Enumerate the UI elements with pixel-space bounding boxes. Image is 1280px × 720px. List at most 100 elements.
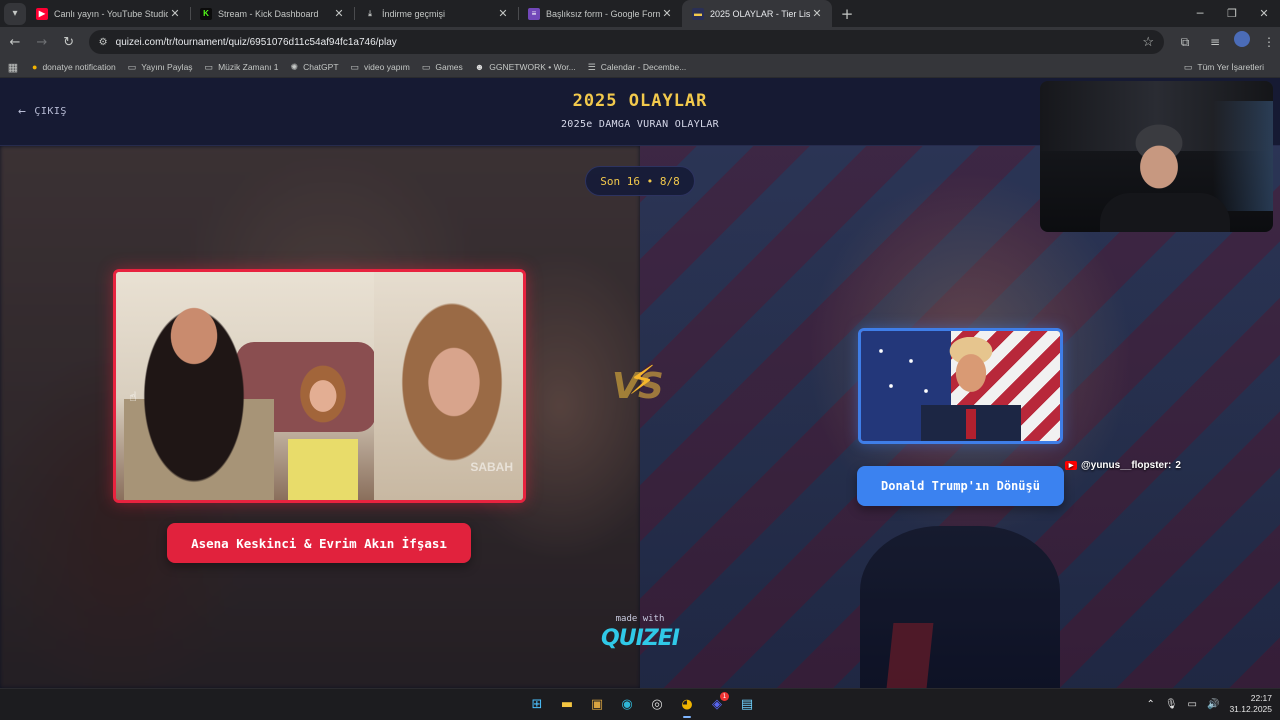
media-controls-icon[interactable]: ≡ [1204, 31, 1226, 53]
tab-google-forms[interactable]: ≡ Başlıksız form - Google Formlar ✕ [518, 0, 682, 27]
close-icon[interactable]: ✕ [496, 7, 510, 20]
network-icon[interactable]: ▭ [1188, 699, 1197, 710]
folder-icon: ▭ [421, 61, 431, 72]
windows-start-icon[interactable]: ⊞ [525, 692, 549, 716]
bookmark-donatye[interactable]: ● donatye notification [26, 62, 122, 72]
bookmark-folder-games[interactable]: ▭ Games [416, 62, 469, 73]
tab-title: İndirme geçmişi [382, 8, 446, 19]
close-icon[interactable]: ✕ [660, 7, 674, 20]
chevron-up-icon[interactable]: ⌃ [1146, 699, 1154, 710]
folder-icon: ▭ [204, 61, 214, 72]
folder-icon: ▭ [1183, 61, 1193, 72]
clock-time: 22:17 [1250, 693, 1272, 703]
forward-icon[interactable]: → [30, 30, 54, 54]
chat-username: @yunus__flopster: [1081, 459, 1172, 471]
reload-icon[interactable]: ↻ [57, 30, 81, 54]
bookmark-label: video yapım [364, 62, 410, 72]
url-text: quizei.com/tr/tournament/quiz/6951076d11… [115, 36, 397, 48]
left-option-image: SABAH [116, 272, 523, 500]
bookmark-label: GGNETWORK • Wor... [489, 62, 576, 72]
chatgpt-icon: ✺ [290, 61, 299, 72]
bookmark-chatgpt[interactable]: ✺ ChatGPT [285, 62, 345, 73]
lightning-icon: ⚡ [628, 358, 657, 404]
new-tab-button[interactable]: + [836, 3, 858, 25]
media-player-icon[interactable]: ▣ [585, 692, 609, 716]
photo-girl [288, 364, 358, 500]
photo-woman [124, 276, 274, 500]
youtube-studio-icon: ▶ [36, 7, 48, 20]
close-icon[interactable]: ✕ [168, 7, 182, 20]
maximize-icon[interactable]: ❐ [1216, 7, 1248, 20]
window-controls: ─ ❐ ✕ [1184, 7, 1280, 20]
address-bar[interactable]: ⚙ quizei.com/tr/tournament/quiz/6951076d… [88, 30, 1164, 54]
apps-grid-icon[interactable]: ▦ [0, 61, 26, 74]
discord-icon[interactable]: ◈ 1 [705, 692, 729, 716]
right-option-card[interactable] [858, 328, 1063, 444]
file-explorer-icon[interactable]: ▬ [555, 692, 579, 716]
minimize-icon[interactable]: ─ [1184, 7, 1216, 20]
tab-title: 2025 OLAYLAR - Tier List, Kör S [710, 8, 810, 19]
right-option-image [861, 331, 1060, 441]
bookmark-ggnetwork[interactable]: ☻ GGNETWORK • Wor... [469, 62, 582, 72]
google-forms-icon: ≡ [528, 7, 540, 20]
tab-quizei-active[interactable]: ▬ 2025 OLAYLAR - Tier List, Kör S ✕ [682, 0, 832, 27]
bookmark-calendar[interactable]: ☰ Calendar - Decembe... [582, 62, 693, 73]
close-icon[interactable]: ✕ [810, 7, 824, 20]
left-option-card[interactable]: SABAH [113, 269, 526, 503]
webcam-person-body [1100, 193, 1230, 232]
bookmark-folder-muzik[interactable]: ▭ Müzik Zamanı 1 [199, 62, 285, 73]
donatye-icon: ● [32, 62, 38, 72]
volume-icon[interactable]: 🔊 [1207, 699, 1219, 710]
extensions-icon[interactable]: ⧉ [1174, 31, 1196, 53]
tab-youtube-studio[interactable]: ▶ Canlı yayın - YouTube Studio ✕ [26, 0, 190, 27]
photo-tie [966, 409, 976, 439]
discord-badge: 1 [720, 692, 729, 701]
bookmark-label: ChatGPT [303, 62, 339, 72]
system-tray: ⌃ 🎙 ▭ 🔊 22:17 31.12.2025 [1146, 693, 1272, 715]
webcam-overlay [1040, 81, 1273, 232]
site-info-icon[interactable]: ⚙ [99, 37, 108, 48]
ggnetwork-icon: ☻ [474, 62, 485, 72]
bookmark-label: Games [435, 62, 463, 72]
versus-badge: VS ⚡ [608, 358, 672, 414]
chrome-icon[interactable]: ◕ [675, 692, 699, 718]
notepad-icon[interactable]: ▤ [735, 692, 759, 716]
right-option-button[interactable]: Donald Trump'ın Dönüşü [857, 466, 1064, 506]
microphone-icon[interactable]: 🎙 [1165, 699, 1178, 710]
chat-overlay-message: ▶ @yunus__flopster: 2 [1065, 458, 1181, 472]
profile-avatar[interactable] [1233, 31, 1250, 47]
system-clock[interactable]: 22:17 31.12.2025 [1229, 693, 1272, 715]
back-icon[interactable]: ← [3, 30, 27, 54]
bookmark-label: Tüm Yer İşaretleri [1197, 62, 1264, 72]
bookmark-label: donatye notification [42, 62, 116, 72]
quizei-logo[interactable]: QUIZEI [0, 626, 1280, 651]
browser-tab-strip: ▾ ▶ Canlı yayın - YouTube Studio ✕ K Str… [0, 0, 1280, 27]
youtube-icon: ▶ [1065, 460, 1077, 470]
folder-icon: ▭ [127, 61, 137, 72]
tab-title: Başlıksız form - Google Formlar [546, 8, 660, 19]
tab-search-icon[interactable]: ▾ [4, 2, 26, 25]
bookmark-star-icon[interactable]: ☆ [1142, 34, 1154, 50]
all-bookmarks-folder[interactable]: ▭ Tüm Yer İşaretleri [1178, 62, 1270, 73]
bookmark-folder-yayini-paylas[interactable]: ▭ Yayını Paylaş [122, 62, 199, 73]
tab-kick-dashboard[interactable]: K Stream - Kick Dashboard ✕ [190, 0, 354, 27]
tab-downloads[interactable]: ⤓ İndirme geçmişi ✕ [354, 0, 518, 27]
hand-cursor-icon: ☝ [129, 390, 137, 405]
webcam-person-head [1126, 123, 1192, 203]
edge-icon[interactable]: ◉ [615, 692, 639, 716]
bookmark-label: Müzik Zamanı 1 [218, 62, 279, 72]
menu-kebab-icon[interactable]: ⋮ [1258, 31, 1280, 53]
tab-title: Stream - Kick Dashboard [218, 8, 319, 19]
left-option-button[interactable]: Asena Keskinci & Evrim Akın İfşası [167, 523, 471, 563]
image-watermark: SABAH [470, 460, 513, 474]
bookmark-folder-video-yapim[interactable]: ▭ video yapım [345, 62, 416, 73]
made-with-label: made with [615, 614, 665, 624]
round-indicator: Son 16 • 8/8 [585, 166, 695, 196]
webcam-light [1213, 101, 1273, 211]
close-icon[interactable]: ✕ [332, 7, 346, 20]
obs-icon[interactable]: ◎ [645, 692, 669, 716]
window-close-icon[interactable]: ✕ [1248, 7, 1280, 20]
windows-taskbar: ⊞ ▬ ▣ ◉ ◎ ◕ ◈ 1 ▤ ⌃ 🎙 ▭ 🔊 22:17 31.12.202… [0, 688, 1280, 720]
chat-text: 2 [1175, 459, 1181, 471]
bookmark-label: Calendar - Decembe... [600, 62, 687, 72]
